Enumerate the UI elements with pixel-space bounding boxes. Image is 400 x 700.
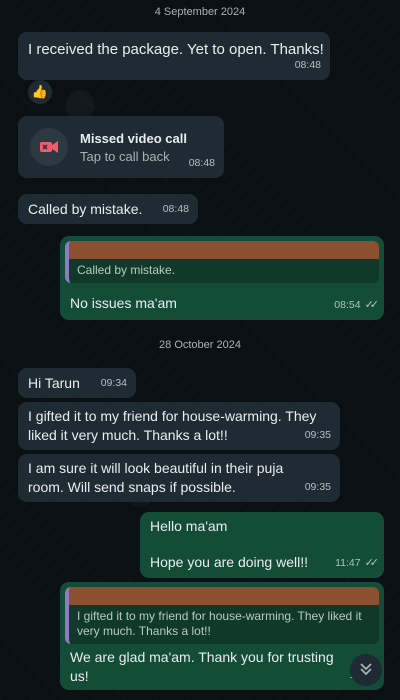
message-text: I gifted it to my friend for house-warmi… bbox=[28, 408, 317, 443]
incoming-message[interactable]: I received the package. Yet to open. Tha… bbox=[18, 32, 330, 80]
missed-video-call-icon bbox=[30, 128, 68, 166]
message-text: We are glad ma'am. Thank you for trustin… bbox=[70, 649, 334, 684]
message-text: Hi Tarun bbox=[28, 375, 80, 391]
message-time: 08:48 bbox=[188, 157, 215, 169]
thumbs-up-reaction-icon[interactable]: 👍 bbox=[28, 80, 52, 104]
date-separator: 4 September 2024 bbox=[154, 6, 246, 18]
double-chevron-down-icon bbox=[359, 662, 373, 679]
incoming-message[interactable]: I gifted it to my friend for house-warmi… bbox=[18, 402, 340, 450]
message-time: 08:54 bbox=[334, 299, 361, 311]
quoted-message[interactable]: I gifted it to my friend for house-warmi… bbox=[65, 587, 379, 644]
quoted-message[interactable]: Called by mistake. bbox=[65, 241, 379, 283]
message-line-2: Hope you are doing well!! bbox=[150, 554, 308, 570]
call-subtitle: Tap to call back bbox=[80, 149, 170, 164]
double-check-icon: ✓✓ bbox=[364, 557, 380, 569]
call-title: Missed video call bbox=[80, 131, 187, 146]
message-time: 09:35 bbox=[304, 481, 331, 493]
message-line-1: Hello ma'am bbox=[150, 518, 228, 534]
message-text: I received the package. Yet to open. Tha… bbox=[28, 41, 324, 58]
message-time-wrap: 08:54 ✓✓ bbox=[334, 296, 380, 315]
missed-video-call-message[interactable]: Missed video call Tap to call back 08:48 bbox=[18, 116, 224, 178]
message-time: 09:35 bbox=[304, 429, 331, 441]
quoted-text: Called by mistake. bbox=[77, 263, 176, 277]
double-check-icon: ✓✓ bbox=[364, 299, 380, 311]
outgoing-message[interactable]: Called by mistake. No issues ma'am 08:54… bbox=[60, 236, 384, 320]
message-time: 11:47 bbox=[335, 557, 361, 569]
quoted-text: I gifted it to my friend for house-warmi… bbox=[77, 609, 362, 638]
incoming-message[interactable]: I am sure it will look beautiful in thei… bbox=[18, 454, 340, 502]
message-text: Called by mistake. bbox=[28, 201, 143, 217]
message-time: 09:34 bbox=[100, 377, 127, 389]
message-time-wrap: 11:47 ✓✓ bbox=[335, 554, 380, 573]
message-text: No issues ma'am bbox=[70, 295, 177, 311]
redacted-sender bbox=[69, 241, 379, 259]
outgoing-message[interactable]: I gifted it to my friend for house-warmi… bbox=[60, 582, 384, 690]
message-text: I am sure it will look beautiful in thei… bbox=[28, 460, 284, 495]
message-time: 08:48 bbox=[294, 59, 321, 71]
scroll-to-bottom-button[interactable] bbox=[350, 654, 382, 686]
redacted-sender bbox=[69, 587, 379, 605]
incoming-message[interactable]: Called by mistake. 08:48 bbox=[18, 194, 198, 224]
message-time: 08:48 bbox=[162, 203, 189, 215]
outgoing-message[interactable]: Hello ma'am Hope you are doing well!! 11… bbox=[140, 512, 384, 578]
date-separator: 28 October 2024 bbox=[159, 339, 241, 351]
incoming-message[interactable]: Hi Tarun 09:34 bbox=[18, 368, 136, 398]
